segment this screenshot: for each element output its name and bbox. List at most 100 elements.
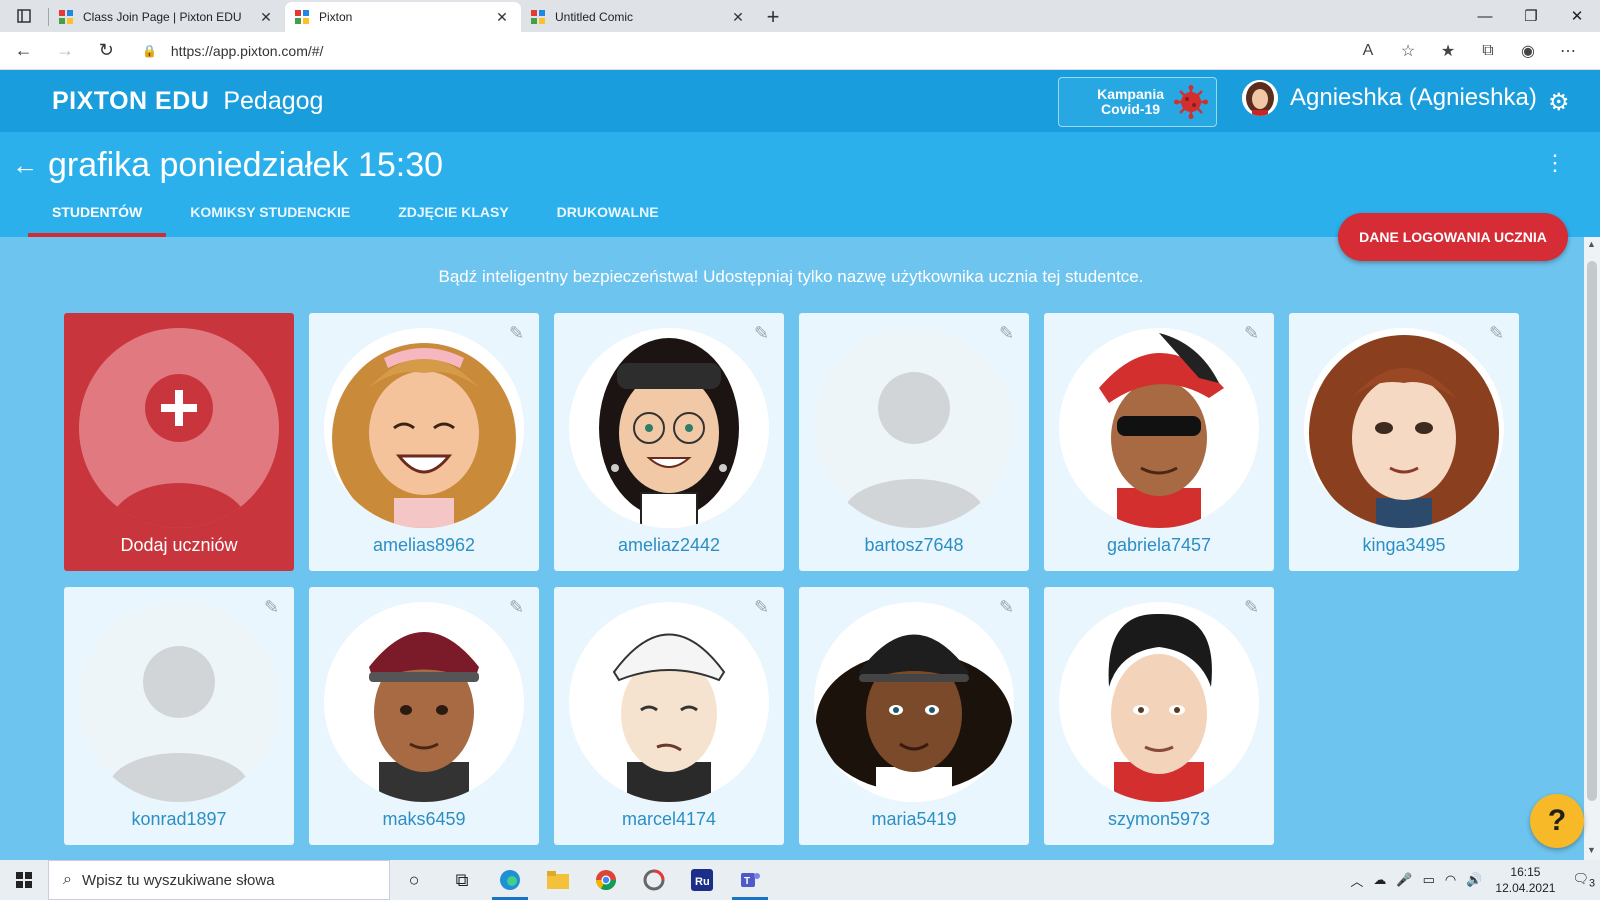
student-card[interactable]: ✎ amelias8962	[309, 313, 539, 571]
battery-icon[interactable]: ▭	[1423, 872, 1435, 888]
tab-students[interactable]: STUDENTÓW	[28, 200, 167, 237]
close-window-icon[interactable]: ✕	[1554, 0, 1600, 32]
cloud-icon[interactable]: ☁	[1373, 872, 1386, 888]
avatar	[569, 328, 769, 528]
tab-title: Pixton	[319, 10, 353, 24]
url-text: https://app.pixton.com/#/	[170, 42, 324, 59]
maximize-icon[interactable]: ❐	[1508, 0, 1554, 32]
back-nav-icon[interactable]: ←	[6, 36, 41, 66]
edit-pencil-icon[interactable]: ✎	[999, 597, 1014, 618]
chrome-icon[interactable]	[582, 860, 630, 900]
edit-pencil-icon[interactable]: ✎	[754, 597, 769, 618]
student-card[interactable]: ✎ ameliaz2442	[554, 313, 784, 571]
student-card[interactable]: ✎ maria5419	[799, 587, 1029, 845]
edit-pencil-icon[interactable]: ✎	[264, 597, 279, 618]
student-card[interactable]: ✎ konrad1897	[64, 587, 294, 845]
wifi-icon[interactable]: ◠	[1445, 872, 1456, 888]
tab-class-photo[interactable]: ZDJĘCIE KLASY	[374, 200, 532, 237]
profile-icon[interactable]: ◉	[1508, 36, 1548, 66]
student-login-button[interactable]: DANE LOGOWANIA UCZNIA	[1338, 213, 1568, 261]
teams-icon[interactable]: T	[726, 860, 774, 900]
edit-pencil-icon[interactable]: ✎	[754, 323, 769, 344]
add-students-card[interactable]: Dodaj uczniów	[64, 313, 294, 571]
avatar	[569, 602, 769, 802]
tab-title: Untitled Comic	[555, 10, 634, 24]
browser-tab[interactable]: Untitled Comic ✕	[521, 2, 757, 32]
collections-icon[interactable]: ⧉	[1468, 36, 1508, 66]
edit-pencil-icon[interactable]: ✎	[1244, 597, 1259, 618]
notification-count: 3	[1588, 877, 1595, 890]
taskbar-clock[interactable]: 16:15 12.04.2021	[1495, 864, 1555, 896]
scrollbar-thumb[interactable]	[1587, 261, 1597, 801]
student-card[interactable]: ✎ marcel4174	[554, 587, 784, 845]
student-username: bartosz7648	[864, 535, 964, 555]
read-aloud-icon[interactable]: A	[1348, 36, 1388, 66]
close-tab-icon[interactable]: ✕	[729, 9, 747, 26]
student-card[interactable]: ✎ szymon5973	[1044, 587, 1274, 845]
student-username: ameliaz2442	[617, 535, 721, 555]
student-username: kinga3495	[1362, 535, 1446, 555]
browser-tab-strip: Class Join Page | Pixton EDU ✕ Pixton ✕ …	[0, 0, 1600, 32]
pixton-favicon-icon	[295, 10, 309, 24]
favorites-icon[interactable]: ★	[1428, 36, 1468, 66]
search-icon: ⌕	[63, 871, 72, 888]
edge-icon[interactable]	[486, 860, 534, 900]
gear-icon[interactable]: ⚙	[1548, 88, 1570, 117]
browser-tab[interactable]: Class Join Page | Pixton EDU ✕	[49, 2, 285, 32]
tab-actions-icon[interactable]	[0, 0, 48, 32]
window-controls: — ❐ ✕	[1462, 0, 1600, 32]
pixton-favicon-icon	[531, 10, 545, 24]
ru-app-icon[interactable]: Ru	[678, 860, 726, 900]
minimize-icon[interactable]: —	[1462, 0, 1508, 32]
edit-pencil-icon[interactable]: ✎	[1244, 323, 1259, 344]
scroll-up-icon[interactable]: ▲	[1587, 239, 1596, 249]
system-tray: ︿ ☁ 🎤 ▭ ◠ 🔊 16:15 12.04.2021 🗨3	[1345, 864, 1600, 896]
forward-nav-icon[interactable]: →	[47, 36, 82, 66]
edit-pencil-icon[interactable]: ✎	[1489, 323, 1504, 344]
app-swirl-icon[interactable]	[630, 860, 678, 900]
microphone-icon[interactable]: 🎤	[1396, 872, 1412, 888]
scroll-down-icon[interactable]: ▼	[1587, 845, 1596, 855]
class-tabs: STUDENTÓW KOMIKSY STUDENCKIE ZDJĘCIE KLA…	[28, 200, 683, 237]
address-bar[interactable]: 🔒 https://app.pixton.com/#/	[132, 36, 1348, 66]
search-placeholder: Wpisz tu wyszukiwane słowa	[81, 871, 275, 889]
edit-pencil-icon[interactable]: ✎	[999, 323, 1014, 344]
clock-date: 12.04.2021	[1495, 881, 1556, 895]
close-tab-icon[interactable]: ✕	[257, 9, 275, 26]
app-header: PIXTON EDU Pedagog Kampania Covid-19 Agn…	[0, 70, 1600, 132]
back-arrow-icon[interactable]: ←	[12, 150, 38, 181]
close-tab-icon[interactable]: ✕	[493, 9, 511, 26]
brand-logo[interactable]: PIXTON EDU	[52, 87, 209, 116]
svg-text:T: T	[744, 876, 750, 887]
edit-pencil-icon[interactable]: ✎	[509, 597, 524, 618]
avatar	[1059, 328, 1259, 528]
page-scrollbar[interactable]: ▲ ▼	[1584, 237, 1600, 860]
add-avatar-circle	[79, 328, 279, 528]
avatar	[324, 602, 524, 802]
tab-student-comics[interactable]: KOMIKSY STUDENCKIE	[166, 200, 374, 237]
user-menu[interactable]: Agnieshka (Agnieshka)	[1242, 80, 1537, 116]
browser-tab-active[interactable]: Pixton ✕	[285, 2, 521, 32]
new-tab-icon[interactable]: +	[757, 2, 789, 32]
cortana-icon[interactable]: ○	[390, 860, 438, 900]
windows-start-icon[interactable]	[0, 860, 48, 900]
favorite-star-icon[interactable]: ☆	[1388, 36, 1428, 66]
page-title: grafika poniedziałek 15:30	[48, 146, 444, 184]
chevron-up-icon[interactable]: ︿	[1350, 871, 1363, 890]
taskbar-search[interactable]: ⌕ Wpisz tu wyszukiwane słowa	[48, 860, 390, 900]
notifications-icon[interactable]: 🗨3	[1572, 871, 1595, 890]
refresh-icon[interactable]: ↻	[89, 36, 124, 66]
campaign-button[interactable]: Kampania Covid-19	[1058, 77, 1217, 127]
student-card[interactable]: ✎ kinga3495	[1289, 313, 1519, 571]
tab-printables[interactable]: DRUKOWALNE	[533, 200, 683, 237]
volume-icon[interactable]: 🔊	[1466, 872, 1482, 888]
more-options-icon[interactable]: ⋯	[1548, 36, 1588, 66]
kebab-menu-icon[interactable]: ⋮	[1544, 150, 1566, 176]
file-explorer-icon[interactable]	[534, 860, 582, 900]
student-card[interactable]: ✎ gabriela7457	[1044, 313, 1274, 571]
help-button[interactable]: ?	[1530, 794, 1584, 848]
student-card[interactable]: ✎ maks6459	[309, 587, 539, 845]
edit-pencil-icon[interactable]: ✎	[509, 323, 524, 344]
task-view-icon[interactable]: ⧉	[438, 860, 486, 900]
student-card[interactable]: ✎ bartosz7648	[799, 313, 1029, 571]
